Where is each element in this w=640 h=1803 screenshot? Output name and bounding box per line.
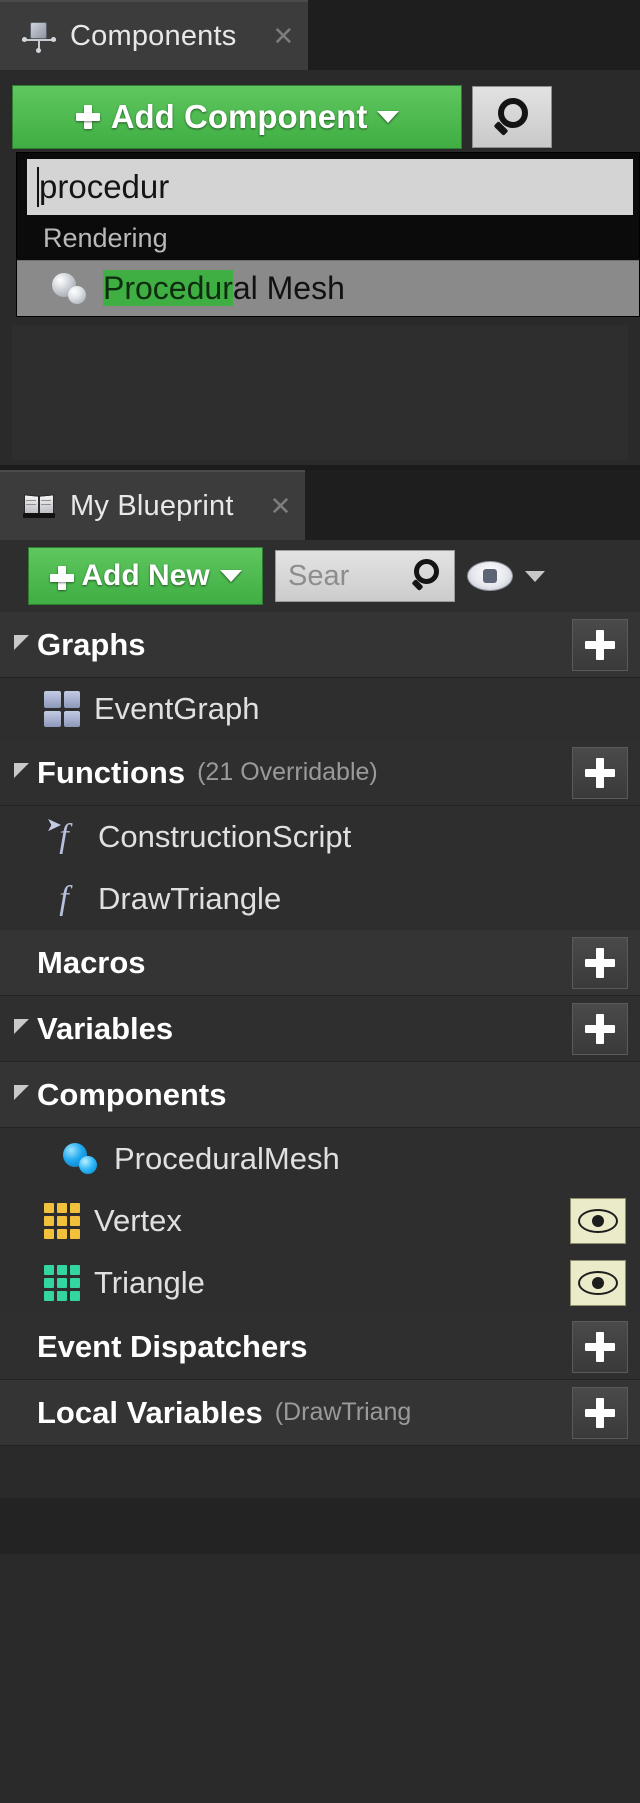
tree-item-drawtriangle[interactable]: f DrawTriangle xyxy=(0,868,640,930)
add-event-dispatcher-button[interactable] xyxy=(572,1320,628,1373)
tree-section-functions-note: (21 Overridable) xyxy=(197,758,378,786)
search-placeholder: Sear xyxy=(288,559,350,592)
chevron-expanded-icon[interactable] xyxy=(14,1019,29,1034)
tab-my-blueprint[interactable]: My Blueprint ✕ xyxy=(0,470,306,540)
components-empty-area xyxy=(12,325,628,460)
myblueprint-tree: Graphs EventGraph Functions (21 Overrida… xyxy=(0,612,640,1554)
match-rest: al Mesh xyxy=(232,270,345,306)
close-icon[interactable]: ✕ xyxy=(270,493,292,519)
tree-item-vertex[interactable]: Vertex xyxy=(0,1190,640,1252)
component-search-dropdown: procedur Rendering Procedural Mesh xyxy=(16,152,640,317)
search-input[interactable]: Sear xyxy=(275,550,455,602)
tree-item-constructionscript[interactable]: ➤ f ConstructionScript xyxy=(0,806,640,868)
vertex-visibility-toggle[interactable] xyxy=(570,1198,626,1244)
tree-section-functions[interactable]: Functions (21 Overridable) xyxy=(0,740,640,806)
mesh-icon xyxy=(51,272,89,306)
grid3-icon xyxy=(44,1203,80,1239)
tree-section-graphs[interactable]: Graphs xyxy=(0,612,640,678)
tree-section-functions-label: Functions xyxy=(37,754,186,790)
myblueprint-toolbar: Add New Sear xyxy=(0,540,640,612)
components-icon xyxy=(22,19,56,53)
eye-icon[interactable] xyxy=(467,561,513,591)
add-function-button[interactable] xyxy=(572,746,628,799)
mesh-icon xyxy=(62,1142,100,1176)
add-new-button[interactable]: Add New xyxy=(28,547,263,605)
function-arrow-icon: ➤ f xyxy=(46,815,69,855)
add-variable-button[interactable] xyxy=(572,1002,628,1055)
myblueprint-empty-area xyxy=(0,1446,640,1498)
component-search-button[interactable] xyxy=(472,86,552,148)
tree-section-local-variables[interactable]: Local Variables (DrawTriang xyxy=(0,1380,640,1446)
tree-section-components-label: Components xyxy=(37,1076,227,1112)
tree-item-constructionscript-label: ConstructionScript xyxy=(98,819,352,854)
component-filter-value: procedur xyxy=(39,168,170,205)
chevron-expanded-icon[interactable] xyxy=(14,763,29,778)
tree-item-triangle[interactable]: Triangle xyxy=(0,1252,640,1314)
add-new-label: Add New xyxy=(81,559,210,592)
myblueprint-tabstrip: My Blueprint ✕ xyxy=(0,470,640,540)
myblueprint-panel: My Blueprint ✕ Add New Sear Graphs Event… xyxy=(0,470,640,1803)
tree-section-macros[interactable]: Macros xyxy=(0,930,640,996)
tree-item-vertex-label: Vertex xyxy=(94,1203,182,1238)
blueprint-editor-panels: Components ✕ Add Component procedur Rend… xyxy=(0,0,640,1803)
search-icon xyxy=(410,557,446,595)
tree-section-event-dispatchers[interactable]: Event Dispatchers xyxy=(0,1314,640,1380)
chevron-down-icon xyxy=(377,111,400,123)
myblueprint-bottom-strip xyxy=(0,1498,640,1554)
tree-item-proceduralmesh[interactable]: ProceduralMesh xyxy=(0,1128,640,1190)
tree-section-variables-label: Variables xyxy=(37,1010,174,1046)
text-caret xyxy=(37,167,39,207)
tree-item-eventgraph[interactable]: EventGraph xyxy=(0,678,640,740)
add-graph-button[interactable] xyxy=(572,618,628,671)
search-icon xyxy=(490,95,534,139)
plus-icon xyxy=(75,104,101,130)
add-macro-button[interactable] xyxy=(572,936,628,989)
tree-section-variables[interactable]: Variables xyxy=(0,996,640,1062)
triangle-visibility-toggle[interactable] xyxy=(570,1260,626,1306)
components-toolbar: Add Component xyxy=(12,84,628,150)
components-tabstrip: Components ✕ xyxy=(0,0,640,70)
plus-icon xyxy=(49,565,75,590)
component-filter-input[interactable]: procedur xyxy=(27,159,633,215)
dropdown-item-procedural-mesh[interactable]: Procedural Mesh xyxy=(17,260,639,316)
tab-my-blueprint-label: My Blueprint xyxy=(70,489,234,522)
tree-section-macros-label: Macros xyxy=(37,944,146,980)
close-icon[interactable]: ✕ xyxy=(272,23,294,49)
chevron-expanded-icon[interactable] xyxy=(14,635,29,650)
tree-section-event-dispatchers-label: Event Dispatchers xyxy=(37,1328,308,1364)
grid2-icon xyxy=(44,691,80,727)
dropdown-item-label: Procedural Mesh xyxy=(103,270,345,307)
add-local-variable-button[interactable] xyxy=(572,1386,628,1439)
match-highlight: Procedur xyxy=(103,270,233,306)
tab-components-label: Components xyxy=(70,19,237,52)
tree-section-local-variables-note: (DrawTriang xyxy=(274,1398,412,1426)
tab-components[interactable]: Components ✕ xyxy=(0,0,309,70)
tree-item-triangle-label: Triangle xyxy=(94,1265,205,1300)
components-panel: Components ✕ Add Component procedur Rend… xyxy=(0,0,640,465)
add-component-button[interactable]: Add Component xyxy=(12,85,462,149)
chevron-down-icon xyxy=(219,570,242,582)
dropdown-category-rendering: Rendering xyxy=(17,215,639,260)
chevron-down-icon[interactable] xyxy=(525,570,545,582)
tree-section-components[interactable]: Components xyxy=(0,1062,640,1128)
tree-section-graphs-label: Graphs xyxy=(37,626,146,662)
tree-section-local-variables-label: Local Variables xyxy=(37,1394,263,1430)
tree-item-proceduralmesh-label: ProceduralMesh xyxy=(114,1141,340,1176)
chevron-expanded-icon[interactable] xyxy=(14,1085,29,1100)
function-icon: f xyxy=(59,880,69,917)
grid3-icon xyxy=(44,1265,80,1301)
tree-item-drawtriangle-label: DrawTriangle xyxy=(98,881,282,916)
add-component-label: Add Component xyxy=(110,98,368,135)
tree-item-eventgraph-label: EventGraph xyxy=(94,691,260,726)
book-icon xyxy=(22,489,56,523)
